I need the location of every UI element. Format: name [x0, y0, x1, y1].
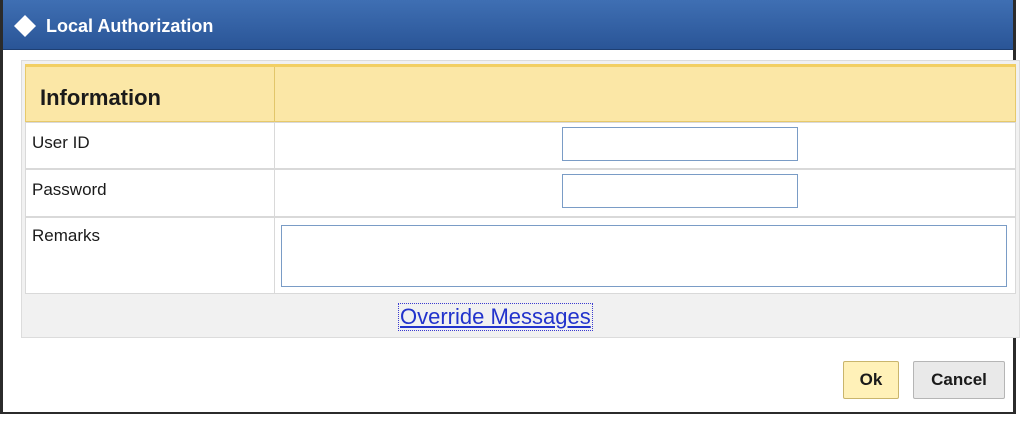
remarks-field[interactable] — [281, 225, 1007, 287]
diamond-icon — [14, 15, 36, 37]
column-divider — [274, 218, 275, 293]
remarks-label: Remarks — [32, 226, 101, 245]
ok-button[interactable]: Ok — [843, 361, 899, 399]
password-row: Password — [25, 169, 1016, 217]
local-authorization-dialog: Local Authorization Information User ID … — [0, 0, 1020, 414]
dialog-title: Local Authorization — [46, 16, 214, 36]
section-header: Information — [25, 64, 1016, 122]
link-bar: Override Messages — [25, 294, 1016, 337]
title-bar: Local Authorization — [3, 0, 1013, 50]
column-divider — [274, 123, 275, 168]
user-id-row: User ID — [25, 122, 1016, 169]
cancel-button[interactable]: Cancel — [913, 361, 1005, 399]
password-field[interactable] — [562, 174, 798, 208]
user-id-field[interactable] — [562, 127, 798, 161]
column-divider — [274, 67, 275, 121]
column-divider — [274, 170, 275, 216]
section-title: Information — [40, 85, 161, 110]
information-panel: Information User ID Password Remarks Ove… — [21, 60, 1020, 338]
remarks-row: Remarks — [25, 217, 1016, 294]
user-id-label: User ID — [32, 133, 90, 152]
override-messages-link[interactable]: Override Messages — [398, 303, 593, 331]
password-label: Password — [32, 180, 107, 199]
